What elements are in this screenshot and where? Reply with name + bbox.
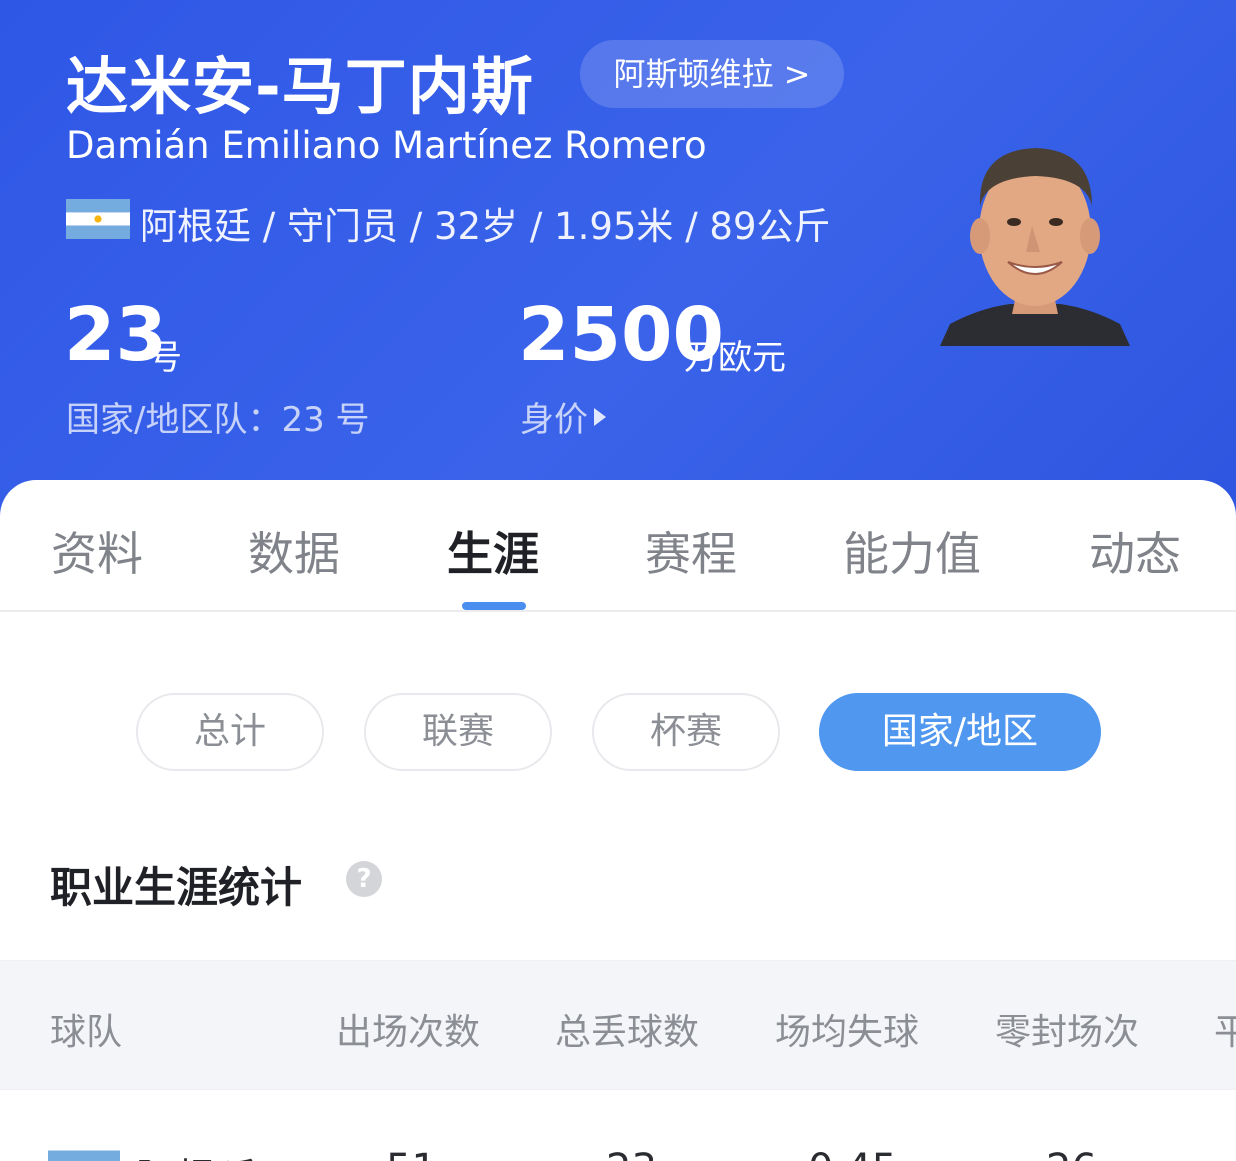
tab-profile[interactable]: 资料 [51,518,143,584]
national-team-number: 国家/地区队：23 号 [66,400,370,440]
cell-goals-conceded: 23 [606,1146,657,1161]
column-header-goals-conceded: 总丢球数 [555,1012,700,1053]
tab-ability[interactable]: 能力值 [843,518,981,584]
tab-stats[interactable]: 数据 [248,518,340,584]
help-icon[interactable]: ? [346,861,382,897]
club-link-button[interactable]: 阿斯顿维拉 > [580,40,844,108]
argentina-flag-icon [66,199,130,239]
player-header: 达米安-马丁内斯 阿斯顿维拉 > Damián Emiliano Martíne… [0,0,1236,540]
market-value-link[interactable]: 身价 [520,392,606,441]
player-profile-page: 达米安-马丁内斯 阿斯顿维拉 > Damián Emiliano Martíne… [0,0,1236,1161]
column-header-team: 球队 [50,1012,123,1053]
player-photo [940,148,1130,346]
shirt-number-unit: 号 [148,338,182,378]
career-stats-title: 职业生涯统计 [50,863,303,912]
stats-table-header: 球队 出场次数 总丢球数 场均失球 零封场次 平 [0,960,1236,1090]
tab-news[interactable]: 动态 [1089,518,1181,584]
column-header-appearances: 出场次数 [336,1012,481,1053]
caret-right-icon [594,407,606,426]
column-header-truncated: 平 [1214,1003,1236,1055]
table-row[interactable]: 阿根廷 51 23 0.45 26 [0,1090,1236,1161]
column-header-clean-sheets: 零封场次 [995,1012,1140,1053]
tab-career[interactable]: 生涯 [447,518,539,584]
market-value-unit: 万欧元 [684,338,786,378]
cell-team: 阿根廷 [136,1146,256,1161]
active-tab-indicator [462,602,526,610]
player-name-en: Damián Emiliano Martínez Romero [66,124,707,167]
filter-cup[interactable]: 杯赛 [592,693,780,771]
argentina-flag-icon [48,1150,120,1161]
column-header-avg-conceded: 场均失球 [775,1012,920,1053]
cell-appearances: 51 [386,1146,437,1161]
player-info-line: 阿根廷 / 守门员 / 32岁 / 1.95米 / 89公斤 [140,205,831,248]
filter-league[interactable]: 联赛 [364,693,552,771]
player-name-cn: 达米安-马丁内斯 [66,50,534,123]
content-card: 资料 数据 生涯 赛程 能力值 动态 总计 联赛 杯赛 国家/地区 职业生涯统计… [0,480,1236,1161]
market-value-label: 身价 [520,400,588,440]
cell-avg-conceded: 0.45 [808,1146,897,1161]
filter-national[interactable]: 国家/地区 [819,693,1101,771]
filter-total[interactable]: 总计 [136,693,324,771]
cell-clean-sheets: 26 [1046,1146,1097,1161]
tab-bar: 资料 数据 生涯 赛程 能力值 动态 [0,480,1236,612]
tab-schedule[interactable]: 赛程 [645,518,737,584]
